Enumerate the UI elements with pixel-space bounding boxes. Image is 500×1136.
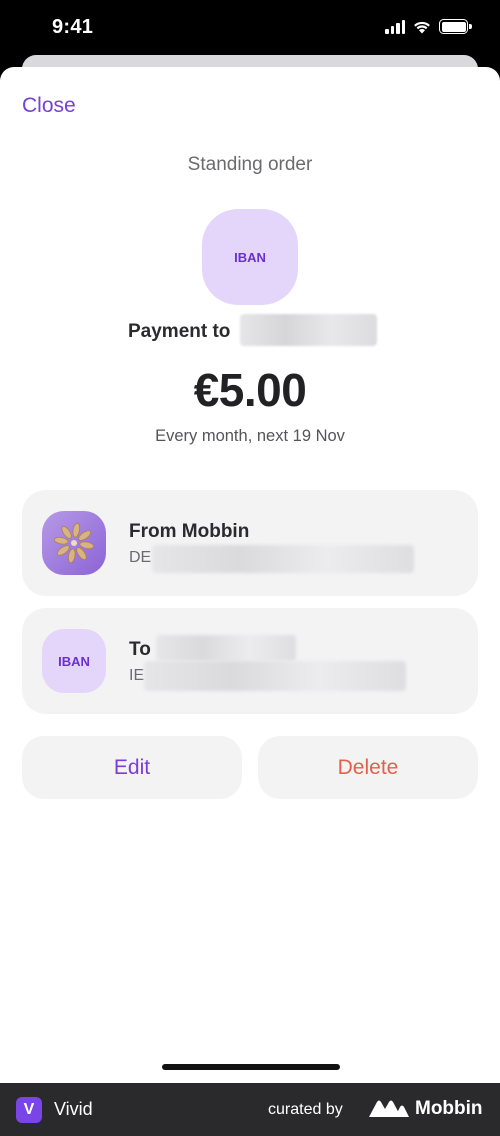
to-account-iban-prefix: IE: [129, 667, 145, 684]
home-indicator[interactable]: [162, 1064, 340, 1070]
attribution-footer: V Vivid curated by Mobbin: [0, 1083, 500, 1136]
curated-by-label: curated by: [268, 1101, 343, 1118]
close-button[interactable]: Close: [22, 94, 76, 118]
to-account-card[interactable]: IBAN To IE: [22, 608, 478, 714]
battery-icon: [439, 19, 472, 34]
iban-small-icon: IBAN: [42, 629, 106, 693]
cellular-signal-icon: [385, 19, 405, 34]
edit-button[interactable]: Edit: [22, 736, 242, 799]
from-account-iban-prefix: DE: [129, 549, 152, 566]
redacted-to-name: [156, 635, 296, 661]
vivid-logo-icon: V: [16, 1097, 42, 1123]
status-time: 9:41: [52, 16, 94, 38]
status-bar: 9:41: [0, 0, 500, 58]
redacted-from-iban: [152, 545, 414, 573]
iban-icon: IBAN: [202, 209, 298, 305]
mobbin-brand-name: Mobbin: [415, 1098, 483, 1119]
app-name: Vivid: [54, 1099, 93, 1119]
wifi-icon: [414, 21, 430, 34]
payment-to-label: Payment to: [128, 321, 231, 342]
redacted-recipient-name: [240, 314, 377, 346]
payment-schedule: Every month, next 19 Nov: [155, 427, 345, 445]
status-icons: [385, 19, 472, 34]
standing-order-sheet: Close Standing order IBAN Payment to €5.…: [0, 67, 500, 1083]
sheet-title: Standing order: [187, 154, 313, 175]
mobbin-account-logo-icon: [42, 511, 106, 575]
mobbin-logo-icon: [369, 1100, 409, 1117]
to-account-title: To: [129, 639, 151, 660]
from-account-card[interactable]: From Mobbin DE: [22, 490, 478, 596]
delete-button[interactable]: Delete: [258, 736, 478, 799]
redacted-to-iban: [144, 661, 406, 691]
from-account-title: From Mobbin: [129, 521, 250, 542]
payment-amount: €5.00: [193, 364, 307, 416]
